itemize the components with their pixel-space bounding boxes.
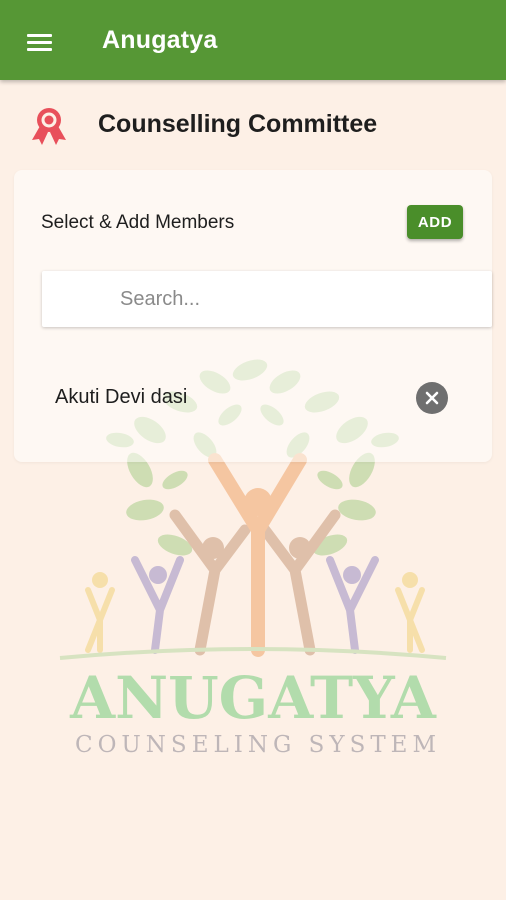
close-circle-icon[interactable] (416, 382, 448, 414)
select-members-label: Select & Add Members (41, 212, 235, 233)
section-header: Counselling Committee (0, 98, 506, 152)
member-name: Akuti Devi dasi (55, 386, 188, 408)
menu-icon[interactable] (20, 22, 60, 62)
watermark-tagline: COUNSELING SYSTEM (75, 732, 441, 758)
members-card: Select & Add Members ADD Akuti Devi dasi (14, 170, 492, 462)
watermark-brand: ANUGATYA (69, 664, 437, 732)
award-ribbon-icon (32, 108, 66, 145)
search-box (42, 271, 492, 327)
search-input[interactable] (120, 271, 480, 327)
app-bar: Anugatya (0, 0, 506, 80)
page-title: Counselling Committee (98, 110, 378, 138)
app-title: Anugatya (102, 26, 218, 54)
list-item: Akuti Devi dasi (14, 370, 492, 426)
add-button[interactable]: ADD (407, 205, 463, 239)
